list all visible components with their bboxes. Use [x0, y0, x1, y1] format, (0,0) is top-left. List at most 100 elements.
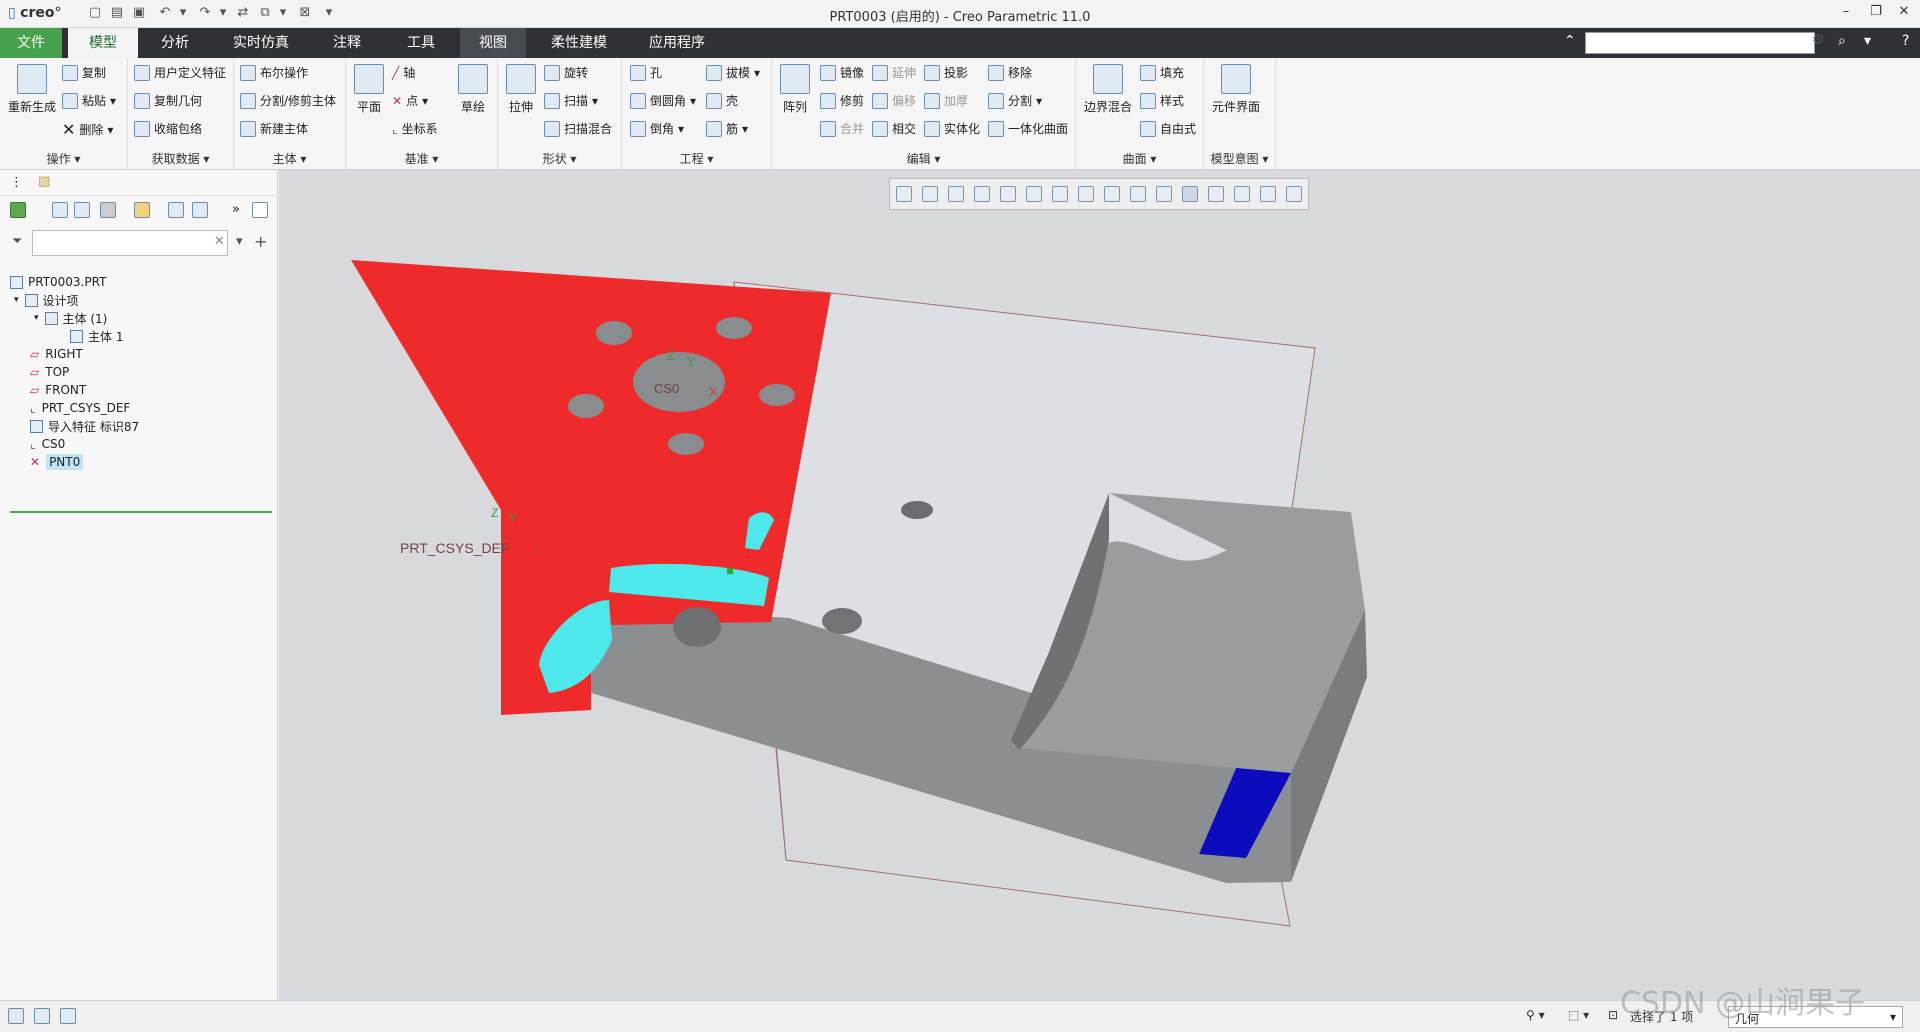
mirror-button[interactable]: 镜像 [820, 64, 864, 81]
restore-button[interactable]: ❐ [1864, 4, 1888, 24]
tab-analysis[interactable]: 分析 [144, 28, 206, 58]
fill-button[interactable]: 填充 [1140, 64, 1184, 81]
options-icon[interactable]: ▾ [1864, 33, 1871, 49]
group-label-get-data[interactable]: 获取数据 ▾ [128, 150, 233, 167]
tab-tools[interactable]: 工具 [390, 28, 452, 58]
clear-filter-icon[interactable]: ✕ [214, 234, 225, 249]
group-label-operations[interactable]: 操作 ▾ [0, 150, 127, 167]
merge-button[interactable]: 合并 [820, 120, 864, 137]
show-icon[interactable] [168, 202, 184, 218]
tab-file[interactable]: 文件 [0, 28, 62, 58]
collapse-ribbon-icon[interactable]: ⌃ [1564, 33, 1576, 49]
point-button[interactable]: ✕ 点 ▾ [392, 92, 428, 109]
browser-toggle-icon[interactable] [34, 1008, 50, 1024]
hole-button[interactable]: 孔 [630, 64, 662, 81]
tab-view[interactable]: 视图 [460, 28, 526, 58]
paste-button[interactable]: 粘贴 ▾ [62, 92, 116, 109]
search-settings-icon[interactable]: ⚙ [1812, 32, 1825, 48]
group-label-model-intent[interactable]: 模型意图 ▾ [1204, 150, 1275, 167]
style-button[interactable]: 样式 [1140, 92, 1184, 109]
tree-item-selected[interactable]: ✕ PNT0 [0, 451, 278, 473]
draft-icon [706, 64, 722, 81]
group-label-engineering[interactable]: 工程 ▾ [622, 150, 771, 167]
tree-settings-icon[interactable] [100, 202, 116, 218]
search-icon[interactable]: ⌕ [1838, 33, 1846, 49]
chamfer-button[interactable]: 倒角 ▾ [630, 120, 684, 137]
chevron-down-icon: ▾ [1889, 1010, 1896, 1024]
sketch-button[interactable]: 草绘 [458, 64, 488, 115]
more-icon[interactable]: » [232, 202, 240, 217]
copy-geometry-button[interactable]: 复制几何 [134, 92, 202, 109]
sweep-button[interactable]: 扫描 ▾ [544, 92, 598, 109]
find-icon[interactable]: ⚲ ▾ [1526, 1008, 1545, 1022]
tree-search-input[interactable] [32, 230, 228, 256]
regenerate-button[interactable]: 重新生成 [8, 64, 56, 115]
graphics-window[interactable]: PRT_CSYS_DEF CS0 Z Y X Z Y X [279, 170, 1920, 1000]
thicken-button[interactable]: 加厚 [924, 92, 968, 109]
expand-icon[interactable]: ▾ [14, 295, 19, 305]
shell-button[interactable]: 壳 [706, 92, 738, 109]
add-filter-icon[interactable]: + [254, 232, 267, 251]
close-button[interactable]: ✕ [1892, 4, 1916, 24]
tab-live-simulation[interactable]: 实时仿真 [218, 28, 304, 58]
tab-annotate[interactable]: 注释 [316, 28, 378, 58]
group-label-shapes[interactable]: 形状 ▾ [498, 150, 621, 167]
extend-button[interactable]: 延伸 [872, 64, 916, 81]
udf-button[interactable]: 用户定义特征 [134, 64, 226, 81]
part-icon[interactable] [10, 202, 26, 218]
highlight-icon[interactable] [134, 202, 150, 218]
delete-button[interactable]: ✕ 删除 ▾ [62, 120, 113, 139]
search-input[interactable] [1585, 32, 1815, 54]
group-label-datum[interactable]: 基准 ▾ [346, 150, 497, 167]
extrude-button[interactable]: 拉伸 [506, 64, 536, 115]
tab-flexible-modeling[interactable]: 柔性建模 [538, 28, 620, 58]
intersect-button[interactable]: 相交 [872, 120, 916, 137]
split-body-button[interactable]: 分割/修剪主体 [240, 92, 336, 109]
rib-button[interactable]: 筋 ▾ [706, 120, 748, 137]
remove-button[interactable]: 移除 [988, 64, 1032, 81]
detail-view-icon[interactable] [252, 202, 268, 218]
group-label-body[interactable]: 主体 ▾ [234, 150, 345, 167]
folder-browser-tab-icon[interactable]: ▧ [38, 174, 50, 189]
offset-button[interactable]: 偏移 [872, 92, 916, 109]
copy-button[interactable]: 复制 [62, 64, 106, 81]
csys-button[interactable]: ⌞ 坐标系 [392, 120, 438, 137]
round-button[interactable]: 倒圆角 ▾ [630, 92, 696, 109]
filter-dropdown-icon[interactable]: ▾ [236, 234, 243, 249]
model-tree-tab-icon[interactable]: ⋮ [10, 175, 23, 190]
revolve-button[interactable]: 旋转 [544, 64, 588, 81]
component-interface-button[interactable]: 元件界面 [1212, 64, 1260, 115]
navigator-toggle-icon[interactable] [8, 1008, 24, 1024]
expand-icon[interactable]: ▾ [34, 313, 39, 323]
freestyle-button[interactable]: 自由式 [1140, 120, 1196, 137]
tab-applications[interactable]: 应用程序 [632, 28, 722, 58]
new-body-button[interactable]: 新建主体 [240, 120, 308, 137]
axis-button[interactable]: ╱ 轴 [392, 64, 415, 81]
shrinkwrap-button[interactable]: 收缩包络 [134, 120, 202, 137]
tab-model[interactable]: 模型 [68, 28, 138, 58]
group-label-editing[interactable]: 编辑 ▾ [772, 150, 1075, 167]
selected-point-marker[interactable] [727, 568, 733, 574]
swept-blend-button[interactable]: 扫描混合 [544, 120, 612, 137]
trim-button[interactable]: 修剪 [820, 92, 864, 109]
plane-button[interactable]: 平面 [354, 64, 384, 115]
selection-count-icon[interactable]: ⊡ [1608, 1008, 1618, 1022]
unify-surface-button[interactable]: 一体化曲面 [988, 120, 1068, 137]
split-button[interactable]: 分割 ▾ [988, 92, 1042, 109]
pattern-button[interactable]: 阵列 [780, 64, 810, 115]
pattern-icon [780, 64, 810, 94]
group-label-surfaces[interactable]: 曲面 ▾ [1076, 150, 1203, 167]
layers-icon[interactable] [192, 202, 208, 218]
tree-filter-icon[interactable] [74, 202, 90, 218]
solidify-button[interactable]: 实体化 [924, 120, 980, 137]
boundary-blend-button[interactable]: 边界混合 [1084, 64, 1132, 115]
help-icon[interactable]: ? [1902, 33, 1909, 49]
draft-button[interactable]: 拔模 ▾ [706, 64, 760, 81]
insert-indicator[interactable] [10, 511, 272, 513]
tree-columns-icon[interactable] [52, 202, 68, 218]
selection-box-icon[interactable]: ⬚ ▾ [1568, 1008, 1589, 1022]
boolean-button[interactable]: 布尔操作 [240, 64, 308, 81]
project-button[interactable]: 投影 [924, 64, 968, 81]
minimize-button[interactable]: – [1834, 4, 1858, 24]
fullscreen-icon[interactable] [60, 1008, 76, 1024]
